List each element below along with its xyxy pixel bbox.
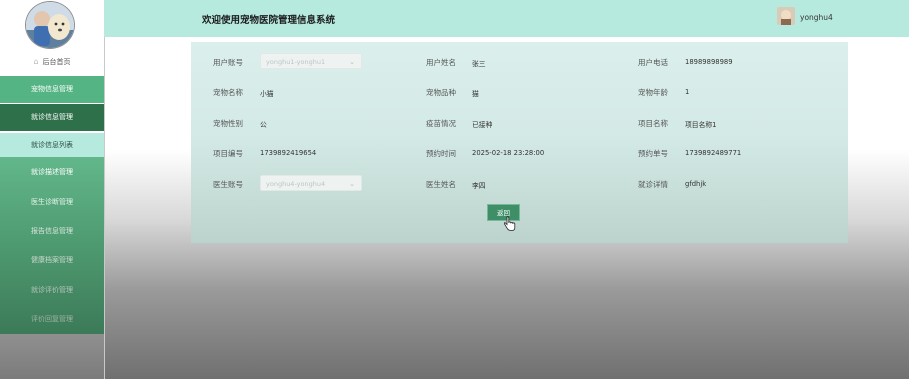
sidebar: ⌂ 后台首页 宠物信息管理 就诊信息管理 就诊信息列表 就诊描述管理 医生诊断管理…	[0, 0, 105, 379]
doctor-account-value: yonghu4-yonghu4	[266, 180, 326, 188]
sidebar-item-visit-eval[interactable]: 就诊评价管理	[0, 276, 104, 305]
sidebar-item-visit-desc[interactable]: 就诊描述管理	[0, 158, 104, 187]
pet-name-value: 小猫	[260, 90, 274, 98]
sidebar-item-visit-info[interactable]: 就诊信息管理	[0, 104, 104, 131]
doctor-account-select[interactable]: yonghu4-yonghu4 ⌄	[260, 175, 362, 191]
appointment-no-value: 1739892489771	[685, 149, 742, 157]
detail-panel: 用户账号 yonghu1-yonghu1 ⌄ 用户姓名 张三 用户电话 1898…	[191, 42, 848, 243]
visit-detail-label: 就诊详情	[638, 180, 668, 189]
item-name-value: 项目名称1	[685, 121, 717, 129]
sidebar-item-doctor-diag[interactable]: 医生诊断管理	[0, 188, 104, 217]
appointment-time-label: 预约时间	[426, 149, 456, 158]
user-account-select[interactable]: yonghu1-yonghu1 ⌄	[260, 53, 362, 69]
home-icon: ⌂	[33, 57, 39, 66]
sidebar-item-pet-info[interactable]: 宠物信息管理	[0, 76, 104, 103]
visit-detail-value: gfdhjk	[685, 180, 707, 188]
item-name-label: 项目名称	[638, 119, 668, 128]
page-title: 欢迎使用宠物医院管理信息系统	[202, 15, 336, 26]
sidebar-submenu: 就诊描述管理 医生诊断管理 报告信息管理 健康档案管理 就诊评价管理 评价回复管…	[0, 157, 104, 334]
user-name[interactable]: yonghu4	[800, 13, 833, 22]
pet-name-label: 宠物名称	[213, 88, 243, 97]
sidebar-item-eval-reply[interactable]: 评价回复管理	[0, 305, 104, 334]
item-no-label: 项目编号	[213, 149, 243, 158]
appointment-time-value: 2025-02-18 23:28:00	[472, 149, 545, 157]
user-phone-value: 18989898989	[685, 58, 733, 66]
user-name-value: 张三	[472, 60, 486, 68]
top-header: 欢迎使用宠物医院管理信息系统 yonghu4	[104, 0, 909, 37]
user-avatar-image	[777, 7, 795, 25]
sidebar-home-link[interactable]: ⌂ 后台首页	[0, 55, 104, 69]
doctor-name-label: 医生姓名	[426, 180, 456, 189]
pet-age-label: 宠物年龄	[638, 88, 668, 97]
sidebar-item-visit-list[interactable]: 就诊信息列表	[0, 133, 104, 157]
user-account-value: yonghu1-yonghu1	[266, 58, 326, 66]
pet-age-value: 1	[685, 88, 690, 96]
vaccine-label: 疫苗情况	[426, 119, 456, 128]
chevron-down-icon: ⌄	[349, 180, 355, 188]
appointment-no-label: 预约单号	[638, 149, 668, 158]
user-name-label: 用户姓名	[426, 58, 456, 67]
sidebar-item-health-record[interactable]: 健康档案管理	[0, 246, 104, 275]
avatar-image	[26, 2, 74, 48]
pet-gender-value: 公	[260, 121, 267, 129]
item-no-value: 1739892419654	[260, 149, 317, 157]
pet-breed-label: 宠物品种	[426, 88, 456, 97]
hand-pointer-icon	[504, 216, 516, 231]
doctor-account-label: 医生账号	[213, 180, 243, 189]
vaccine-value: 已接种	[472, 121, 493, 129]
pet-gender-label: 宠物性别	[213, 119, 243, 128]
user-avatar[interactable]	[777, 7, 795, 25]
sidebar-item-report[interactable]: 报告信息管理	[0, 217, 104, 246]
doctor-name-value: 李四	[472, 182, 486, 190]
user-phone-label: 用户电话	[638, 58, 668, 67]
home-label: 后台首页	[42, 58, 71, 66]
pet-breed-value: 猫	[472, 90, 479, 98]
sidebar-avatar	[25, 1, 75, 49]
chevron-down-icon: ⌄	[349, 58, 355, 66]
user-account-label: 用户账号	[213, 58, 243, 67]
